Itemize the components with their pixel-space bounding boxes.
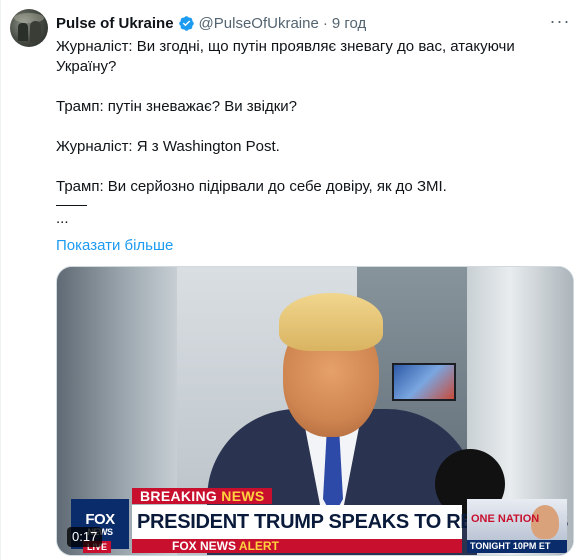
avatar-figure [30,21,41,43]
promo-title: ONE NATION [471,513,540,525]
show-more-link[interactable]: Показати більше [56,236,173,256]
separator: · [322,14,328,32]
logo-line1: FOX [85,510,115,528]
divider-rule [56,205,87,206]
ticker-brand: FOX NEWS [172,539,237,553]
timestamp[interactable]: 9 год [332,15,366,32]
ticker-alert: ALERT [238,539,279,553]
author-handle[interactable]: @PulseOfUkraine [199,15,319,32]
tweet-text: Журналіст: Ви згодні, що путін проявляє … [56,37,576,229]
more-horizontal-icon[interactable]: ··· [548,10,572,32]
news-word: NEWS [221,488,265,504]
avatar[interactable] [10,9,48,47]
chyron-headline: PRESIDENT TRUMP SPEAKS TO REPORTERS [132,505,568,539]
show-promo: ONE NATION TONIGHT 10PM ET [467,499,567,553]
promo-time: TONIGHT 10PM ET [467,540,567,553]
avatar-figure [18,23,28,41]
text-line: Трамп: Ви серйозно підірвали до себе дов… [56,178,447,195]
text-line: Журналіст: Я з Washington Post. [56,138,280,155]
video-player[interactable]: BREAKING NEWS PRESIDENT TRUMP SPEAKS TO … [56,266,574,556]
text-line: Журналіст: Ви згодні, що путін проявляє … [56,38,519,75]
video-person-hair [279,293,383,351]
tweet[interactable]: Pulse of Ukraine @PulseOfUkraine · 9 год… [0,0,584,560]
tweet-header: Pulse of Ukraine @PulseOfUkraine · 9 год [56,12,366,34]
verified-badge-icon [178,15,194,31]
text-ellipsis: ... [56,210,69,227]
author-name[interactable]: Pulse of Ukraine [56,15,174,32]
video-duration: 0:17 [67,527,103,547]
breaking-word: BREAKING [140,488,218,504]
ticker-bar: FOX NEWS ALERT [132,539,462,553]
video-background-screen [392,363,456,401]
text-line: Трамп: путін зневажає? Ви звідки? [56,98,298,115]
breaking-news-banner: BREAKING NEWS [132,488,273,504]
